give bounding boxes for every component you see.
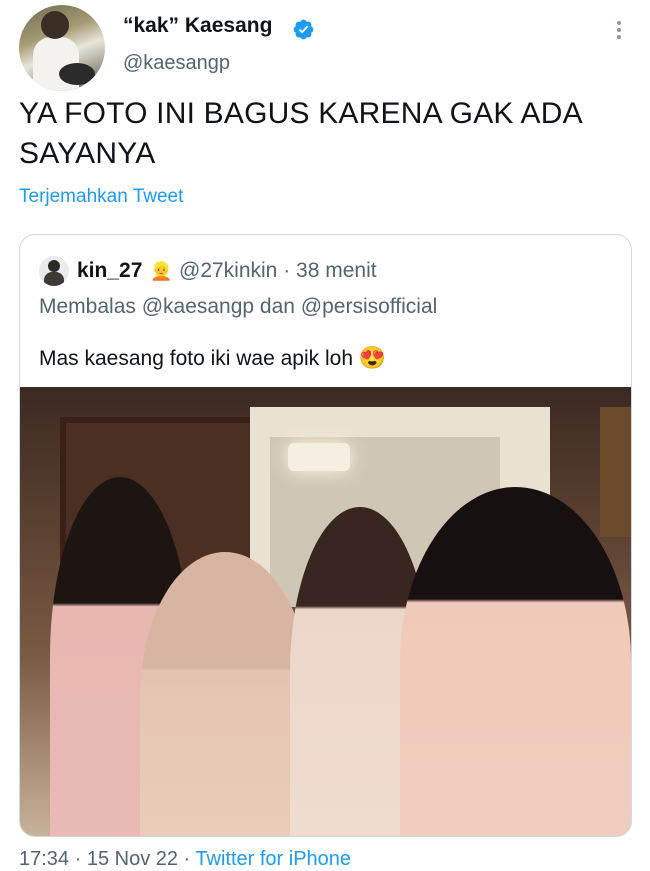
avatar-figure-head (41, 11, 69, 39)
quoted-author-avatar[interactable] (39, 256, 69, 286)
quoted-tweet-card[interactable]: kin_27 👱 @27kinkin · 38 menit Membalas @… (19, 234, 632, 837)
quoted-tweet-text: Mas kaesang foto iki wae apik loh 😍 (39, 345, 386, 371)
avatar-pan (59, 63, 95, 85)
tweet-footer: 17:34 · 15 Nov 22 · Twitter for iPhone (19, 848, 351, 871)
quoted-author-name[interactable]: kin_27 (77, 259, 142, 283)
quoted-name-emoji: 👱 (150, 261, 173, 281)
photo-frame (600, 407, 631, 537)
verified-badge-icon (293, 19, 314, 40)
more-options-icon[interactable] (612, 18, 626, 42)
photo-person-2 (140, 552, 310, 836)
author-name[interactable]: “kak” Kaesang (123, 14, 272, 38)
quoted-author-handle-time: @27kinkin · 38 menit (179, 259, 377, 282)
quoted-text-body: Mas kaesang foto iki wae apik loh (39, 347, 359, 370)
heart-eyes-emoji: 😍 (358, 345, 387, 370)
translate-tweet-link[interactable]: Terjemahkan Tweet (19, 186, 183, 208)
photo-person-4 (400, 487, 631, 836)
tweet-text: YA FOTO INI BAGUS KARENA GAK ADA SAYANYA (19, 97, 582, 170)
quoted-tweet-photo[interactable] (20, 387, 631, 836)
photo-lamp (288, 443, 350, 471)
quoted-reply-to: Membalas @kaesangp dan @persisofficial (39, 295, 438, 318)
author-handle[interactable]: @kaesangp (123, 52, 230, 75)
author-avatar[interactable] (19, 5, 105, 91)
